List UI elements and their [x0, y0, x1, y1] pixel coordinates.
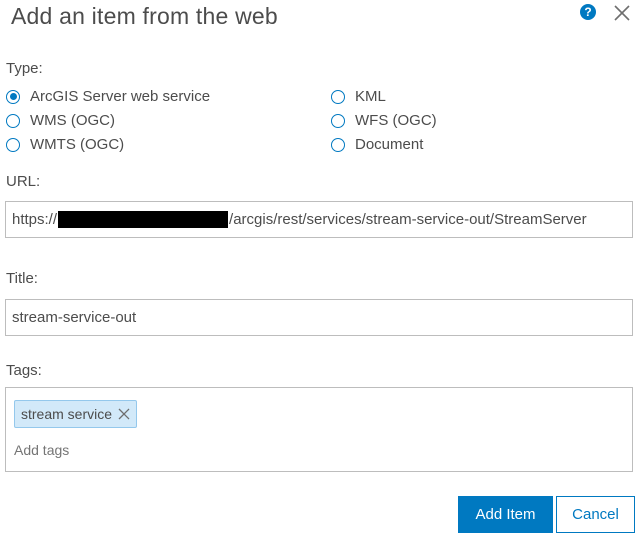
radio-label: WMS (OGC) — [30, 112, 115, 129]
tag-chip: stream service — [14, 400, 138, 428]
radio-button-icon — [331, 113, 345, 128]
url-input[interactable]: https:// /arcgis/rest/services/stream-se… — [5, 201, 633, 238]
cancel-button[interactable]: Cancel — [556, 496, 635, 533]
tag-chip-label: stream service — [21, 406, 113, 422]
redacted-block — [58, 211, 229, 228]
remove-tag-icon[interactable] — [118, 408, 130, 420]
title-input[interactable]: stream-service-out — [5, 299, 633, 336]
type-label: Type: — [6, 60, 43, 77]
add-item-button[interactable]: Add Item — [458, 496, 553, 533]
radio-label: WMTS (OGC) — [30, 136, 125, 153]
close-icon[interactable] — [612, 3, 632, 23]
radio-button-icon — [6, 89, 20, 104]
radio-label: KML — [355, 88, 386, 105]
add-tags-field[interactable] — [12, 441, 316, 459]
radio-label: Document — [355, 136, 424, 153]
title-label: Title: — [6, 270, 38, 287]
tags-input[interactable]: stream service — [5, 387, 633, 472]
url-prefix: https:// — [12, 211, 58, 228]
dialog-title: Add an item from the web — [11, 3, 278, 29]
radio-wms[interactable]: WMS (OGC) — [6, 112, 115, 129]
radio-document[interactable]: Document — [331, 136, 423, 153]
help-icon[interactable]: ? — [580, 4, 596, 20]
url-suffix: /arcgis/rest/services/stream-service-out… — [229, 211, 587, 228]
radio-button-icon — [6, 113, 20, 128]
radio-label: ArcGIS Server web service — [30, 88, 211, 105]
radio-label: WFS (OGC) — [355, 112, 437, 129]
radio-button-icon — [331, 137, 345, 152]
tags-label: Tags: — [6, 362, 42, 379]
radio-arcgis-server[interactable]: ArcGIS Server web service — [6, 88, 210, 105]
radio-kml[interactable]: KML — [331, 88, 386, 105]
radio-wfs[interactable]: WFS (OGC) — [331, 112, 437, 129]
url-label: URL: — [6, 173, 41, 190]
radio-button-icon — [331, 89, 345, 104]
radio-wmts[interactable]: WMTS (OGC) — [6, 136, 124, 153]
radio-button-icon — [6, 137, 20, 152]
